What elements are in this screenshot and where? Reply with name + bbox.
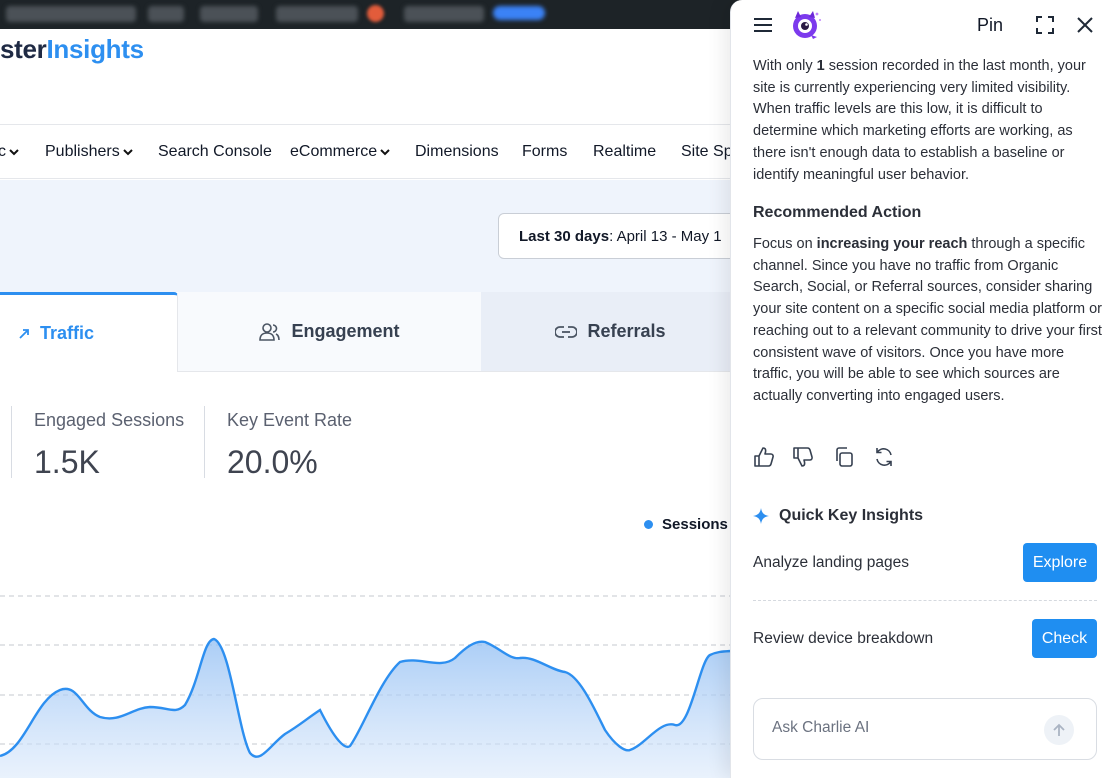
panel-header: Pin [731,0,1116,52]
sessions-chart [0,595,740,778]
admin-bar-item[interactable] [200,6,258,22]
nav-item-realtime[interactable]: Realtime [593,143,656,161]
nav-item-label: Dimensions [415,143,499,160]
trend-arrow-icon [19,328,29,339]
date-range-value: : April 13 - May 1 [609,228,722,245]
ask-charlie-input[interactable] [772,719,1032,737]
legend-dot [644,520,653,529]
rec-text: Focus on [753,236,817,252]
rec-text: through a specific channel. Since you ha… [753,236,1102,404]
ai-response-summary: With only 1 session recorded in the last… [753,56,1103,186]
nav-item-ecommerce[interactable]: eCommerce [290,143,391,161]
thumbs-up-icon[interactable] [753,446,775,468]
quick-insights-label: Quick Key Insights [779,507,924,524]
metric-engaged-sessions-label: Engaged Sessions [34,410,185,430]
admin-bar-notification-icon[interactable] [367,5,384,22]
nav-item-label: eCommerce [290,143,378,160]
reports-nav: c Publishers Search Console eCommerce Di… [0,124,741,179]
metric-key-event-rate-value: 20.0% [227,444,318,480]
sparkle-icon [753,508,769,524]
admin-bar-site-name[interactable] [6,6,136,22]
tab-label: Engagement [291,321,400,341]
logo-text-blue: Insights [46,34,145,64]
logo-text-dark: ster [0,34,47,64]
copy-icon[interactable] [833,446,855,468]
ask-charlie-box [753,698,1097,760]
charlie-avatar [793,11,821,39]
insight-separator [753,600,1097,601]
admin-bar-item[interactable] [404,6,484,22]
nav-item-search-console[interactable]: Search Console [158,143,272,161]
nav-item-dimensions[interactable]: Dimensions [415,143,499,161]
nav-item-label: Publishers [45,143,120,160]
chevron-down-icon [380,149,390,156]
rec-text-bold: increasing your reach [816,236,968,252]
link-icon [555,325,578,338]
nav-item-label: Realtime [593,143,657,160]
tab-engagement[interactable]: Engagement [178,292,481,372]
summary-text: With only [753,58,817,74]
metric-key-event-rate-label: Key Event Rate [227,410,353,430]
summary-text: session recorded in the last month, your… [753,58,1086,183]
tab-referrals[interactable]: Referrals [481,292,740,372]
recommended-action-text: Focus on increasing your reach through a… [753,234,1103,408]
legend-label: Sessions [662,516,728,533]
expand-icon[interactable] [1036,16,1054,34]
tab-traffic[interactable]: Traffic [0,292,178,372]
nav-item-traffic-partial[interactable]: c [0,143,20,161]
chevron-down-icon [9,149,19,156]
tab-label: Traffic [40,323,95,343]
send-button[interactable] [1044,715,1074,745]
chevron-down-icon [122,149,133,156]
nav-item-forms[interactable]: Forms [522,143,567,161]
close-icon[interactable] [1076,16,1094,34]
thumbs-down-icon[interactable] [792,446,814,468]
metric-divider [204,406,205,478]
metric-divider [11,406,12,478]
monsterinsights-logo: sterInsights [0,34,144,65]
nav-item-label: Forms [522,143,568,160]
chart-legend-sessions[interactable]: Sessions [644,516,728,533]
check-button[interactable]: Check [1032,619,1097,658]
refresh-icon[interactable] [873,446,895,468]
users-icon [259,322,281,341]
date-range-picker[interactable]: Last 30 days: April 13 - May 1 [498,213,758,259]
admin-bar-item[interactable] [148,6,184,22]
admin-bar-item[interactable] [276,6,358,22]
explore-button[interactable]: Explore [1023,543,1097,582]
menu-icon[interactable] [753,16,773,34]
arrow-up-icon [1053,723,1065,736]
date-range-label: Last 30 days [519,228,610,245]
metric-engaged-sessions-value: 1.5K [34,444,100,480]
admin-bar-pill[interactable] [493,6,545,20]
insight-analyze-landing-pages: Analyze landing pages [753,554,909,571]
insight-review-device-breakdown: Review device breakdown [753,630,934,647]
quick-key-insights-title: Quick Key Insights [753,507,923,525]
nav-item-label: Search Console [158,143,272,160]
pin-button[interactable]: Pin [977,15,1003,36]
nav-item-label: c [0,143,6,160]
nav-item-publishers[interactable]: Publishers [45,143,134,161]
tab-label: Referrals [587,321,666,341]
summary-session-count: 1 [816,58,825,74]
charlie-ai-panel: Pin With only 1 session recorded in the … [730,0,1116,778]
recommended-action-title: Recommended Action [753,204,922,221]
